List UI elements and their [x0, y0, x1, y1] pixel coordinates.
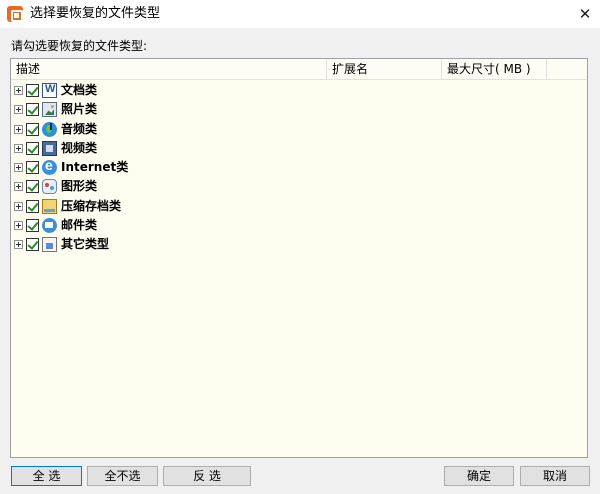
column-header-max-size[interactable]: 最大尺寸( MB ) [442, 59, 547, 80]
checkbox-internet[interactable] [26, 161, 39, 175]
checkbox-photos[interactable] [26, 103, 39, 117]
item-label: 音频类 [61, 121, 98, 136]
list-item-photos[interactable]: 照片类 [11, 100, 587, 119]
close-button[interactable]: ✕ [570, 0, 600, 28]
app-logo-icon [7, 6, 23, 22]
expand-icon[interactable] [14, 221, 23, 231]
expand-icon[interactable] [14, 182, 23, 192]
item-label: 其它类型 [61, 237, 110, 252]
expand-icon[interactable] [14, 143, 23, 153]
list-item-audio[interactable]: 音频类 [11, 120, 587, 139]
other-file-icon [42, 237, 57, 253]
item-label: 压缩存档类 [61, 198, 122, 213]
list-item-archives[interactable]: 压缩存档类 [11, 197, 587, 216]
graphics-icon [42, 179, 57, 195]
item-label: 邮件类 [61, 218, 98, 233]
checkbox-graphics[interactable] [26, 180, 39, 194]
expand-icon[interactable] [14, 105, 23, 115]
list-item-other[interactable]: 其它类型 [11, 235, 587, 254]
invert-selection-button[interactable]: 反 选 [163, 466, 251, 486]
select-none-button[interactable]: 全不选 [87, 466, 158, 486]
column-header-extension[interactable]: 扩展名 [327, 59, 442, 80]
checkbox-archives[interactable] [26, 199, 39, 213]
list-item-mail[interactable]: 邮件类 [11, 216, 587, 235]
expand-icon[interactable] [14, 86, 23, 95]
checkbox-mail[interactable] [26, 219, 39, 233]
item-label: 图形类 [61, 179, 98, 194]
item-label: 视频类 [61, 140, 98, 155]
video-icon [42, 140, 57, 156]
expand-icon[interactable] [14, 163, 23, 173]
window-title: 选择要恢复的文件类型 [30, 6, 161, 21]
select-all-button[interactable]: 全 选 [11, 466, 82, 486]
list-item-internet[interactable]: Internet类 [11, 157, 587, 177]
checkbox-documents[interactable] [26, 84, 39, 97]
list-header: 描述 扩展名 最大尺寸( MB ) [11, 59, 587, 80]
expand-icon[interactable] [14, 240, 23, 250]
item-label: 文档类 [61, 83, 98, 97]
instruction-label: 请勾选要恢复的文件类型: [11, 39, 148, 53]
word-document-icon [42, 83, 57, 98]
audio-icon [42, 121, 57, 137]
expand-icon[interactable] [14, 124, 23, 134]
checkbox-video[interactable] [26, 141, 39, 155]
close-icon: ✕ [578, 5, 592, 23]
expand-icon[interactable] [14, 201, 23, 211]
file-type-list[interactable]: 描述 扩展名 最大尺寸( MB ) 文档类 照片类 音频类 [10, 58, 588, 458]
item-label: Internet类 [61, 160, 129, 175]
list-item-graphics[interactable]: 图形类 [11, 177, 587, 196]
photo-icon [42, 102, 57, 118]
archive-icon [42, 198, 57, 214]
list-item-documents[interactable]: 文档类 [11, 81, 587, 100]
ok-button[interactable]: 确定 [444, 466, 514, 486]
mail-icon [42, 218, 57, 234]
list-item-video[interactable]: 视频类 [11, 139, 587, 158]
recover-file-types-dialog: 选择要恢复的文件类型 ✕ 请勾选要恢复的文件类型: 描述 扩展名 最大尺寸( M… [0, 0, 600, 494]
checkbox-audio[interactable] [26, 122, 39, 136]
list-rows: 文档类 照片类 音频类 视频类 [11, 81, 587, 255]
title-bar: 选择要恢复的文件类型 ✕ [0, 0, 600, 28]
item-label: 照片类 [61, 102, 98, 117]
checkbox-other[interactable] [26, 238, 39, 252]
cancel-button[interactable]: 取消 [520, 466, 590, 486]
internet-explorer-icon [42, 157, 57, 176]
column-header-description[interactable]: 描述 [11, 59, 327, 80]
